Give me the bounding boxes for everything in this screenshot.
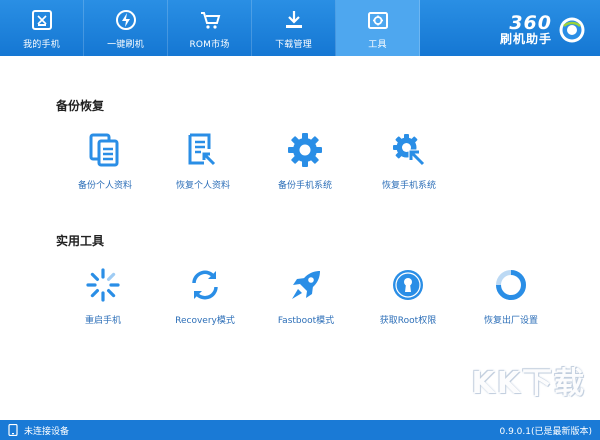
status-bar: 未连接设备 0.9.0.1(已是最新版本) bbox=[0, 420, 600, 440]
fastboot-mode-button[interactable]: Fastboot模式 bbox=[256, 265, 356, 326]
get-root-label: 获取Root权限 bbox=[379, 316, 437, 326]
phone-icon bbox=[30, 8, 54, 32]
backup-section-title: 备份恢复 bbox=[56, 99, 105, 113]
tab-download-manager-label: 下载管理 bbox=[275, 40, 312, 50]
tab-one-key-flash[interactable]: 一键刷机 bbox=[84, 0, 168, 56]
brand-text: 360 刷机助手 bbox=[499, 12, 552, 47]
tab-rom-market-label: ROM市场 bbox=[189, 40, 230, 50]
flash-icon bbox=[114, 8, 138, 32]
backup-personal-data-label: 备份个人资料 bbox=[77, 181, 132, 191]
recovery-icon bbox=[185, 265, 225, 305]
reboot-phone-label: 重启手机 bbox=[84, 316, 121, 326]
backup-system-icon bbox=[285, 130, 325, 170]
recovery-mode-label: Recovery模式 bbox=[175, 316, 235, 326]
backup-phone-system-label: 备份手机系统 bbox=[277, 181, 332, 191]
tab-one-key-flash-label: 一键刷机 bbox=[107, 40, 144, 50]
restore-personal-data-label: 恢复个人资料 bbox=[175, 181, 230, 191]
reboot-icon bbox=[83, 265, 123, 305]
tools-panel: 备份恢复 备份个人资料 恢复个人资料 备份手机系统 恢复手机系统 实用工具 重启… bbox=[0, 56, 600, 420]
watermark: KK下载 bbox=[471, 366, 586, 401]
rocket-icon bbox=[286, 265, 326, 305]
recovery-mode-button[interactable]: Recovery模式 bbox=[155, 265, 255, 326]
restore-personal-data-button[interactable]: 恢复个人资料 bbox=[153, 130, 253, 191]
restore-data-icon bbox=[183, 130, 223, 170]
version-text: 0.9.0.1(已是最新版本) bbox=[499, 426, 592, 437]
brand-logo-icon bbox=[558, 16, 586, 44]
tab-tools[interactable]: 工具 bbox=[336, 0, 420, 56]
connection-status-text: 未连接设备 bbox=[24, 426, 70, 437]
toolbox-icon bbox=[366, 8, 390, 32]
download-icon bbox=[282, 8, 306, 32]
restore-system-icon bbox=[389, 130, 429, 170]
reboot-phone-button[interactable]: 重启手机 bbox=[53, 265, 153, 326]
tab-my-phone-label: 我的手机 bbox=[23, 40, 60, 50]
utilities-section-title: 实用工具 bbox=[56, 234, 105, 248]
restore-phone-system-label: 恢复手机系统 bbox=[381, 181, 436, 191]
cart-icon bbox=[198, 8, 222, 32]
brand: 360 刷机助手 bbox=[496, 10, 586, 50]
factory-reset-icon bbox=[491, 265, 531, 305]
tab-rom-market[interactable]: ROM市场 bbox=[168, 0, 252, 56]
tab-my-phone[interactable]: 我的手机 bbox=[0, 0, 84, 56]
restore-phone-system-button[interactable]: 恢复手机系统 bbox=[359, 130, 459, 191]
get-root-button[interactable]: 获取Root权限 bbox=[358, 265, 458, 326]
brand-name: 刷机助手 bbox=[499, 32, 552, 46]
factory-reset-label: 恢复出厂设置 bbox=[483, 316, 538, 326]
backup-data-icon bbox=[85, 130, 125, 170]
tab-tools-label: 工具 bbox=[368, 40, 387, 50]
root-lock-icon bbox=[388, 265, 428, 305]
factory-reset-button[interactable]: 恢复出厂设置 bbox=[461, 265, 561, 326]
device-phone-icon bbox=[8, 423, 18, 437]
tab-download-manager[interactable]: 下载管理 bbox=[252, 0, 336, 56]
backup-phone-system-button[interactable]: 备份手机系统 bbox=[255, 130, 355, 191]
fastboot-mode-label: Fastboot模式 bbox=[277, 316, 335, 326]
connection-status: 未连接设备 bbox=[8, 423, 70, 437]
backup-personal-data-button[interactable]: 备份个人资料 bbox=[55, 130, 155, 191]
brand-number: 360 bbox=[509, 12, 552, 34]
